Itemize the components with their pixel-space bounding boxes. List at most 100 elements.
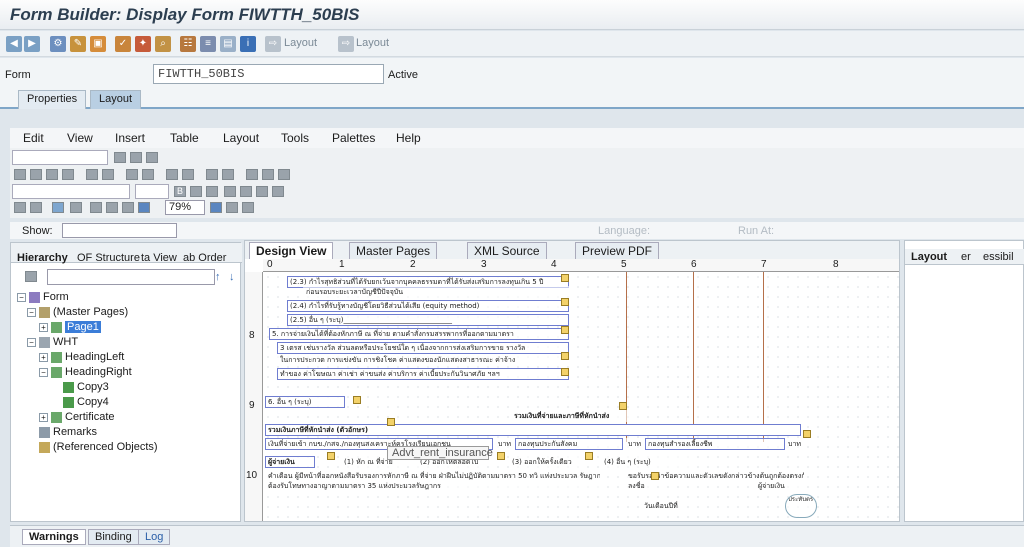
anchor-marker[interactable]: [497, 452, 505, 460]
font-family-combo[interactable]: [12, 150, 108, 165]
where-used-icon[interactable]: ⌕: [155, 36, 171, 52]
tab-layout-props[interactable]: Layout: [911, 251, 947, 263]
text-right-icon[interactable]: [256, 186, 268, 197]
bold-icon[interactable]: B: [174, 186, 186, 197]
form-line[interactable]: (2.4) กำไรที่รับรู้ทางบัญชีโดยวิธีส่วนได…: [287, 300, 569, 312]
expand-icon[interactable]: +: [39, 322, 48, 332]
form-line[interactable]: (2.5) อื่น ๆ (ระบุ)_____________________…: [287, 314, 569, 326]
anchor-marker[interactable]: [561, 368, 569, 376]
menu-insert[interactable]: Insert: [115, 131, 145, 145]
form-line[interactable]: 5. การจ่ายเงินได้ที่ต้องหักภาษี ณ ที่จ่า…: [269, 328, 569, 340]
anchor-marker[interactable]: [803, 430, 811, 438]
tab-data-view[interactable]: ta View: [141, 252, 177, 264]
menu-edit[interactable]: Edit: [23, 131, 44, 145]
page-icon[interactable]: [90, 202, 102, 213]
form-line[interactable]: บาท: [495, 438, 515, 450]
menu-view[interactable]: View: [67, 131, 93, 145]
payer-label[interactable]: ผู้จ่ายเงิน: [755, 480, 801, 492]
align-bottom-icon[interactable]: [102, 169, 114, 180]
fit-page-icon[interactable]: [122, 202, 134, 213]
anchor-marker[interactable]: [561, 298, 569, 306]
anchor-marker[interactable]: [651, 472, 659, 480]
anchor-marker[interactable]: [327, 452, 335, 460]
form-line[interactable]: 6. อื่น ๆ (ระบุ): [265, 396, 345, 408]
form-name-field[interactable]: FIWTTH_50BIS: [153, 64, 384, 84]
activate-icon[interactable]: ▣: [90, 36, 106, 52]
distribute-h-icon[interactable]: [126, 169, 138, 180]
zoom-area-icon[interactable]: [226, 202, 238, 213]
tree-node-wht[interactable]: − WHT: [27, 336, 78, 351]
underline-icon[interactable]: [206, 186, 218, 197]
expand-icon[interactable]: +: [39, 352, 48, 362]
layout-button-1[interactable]: Layout: [284, 37, 317, 49]
align-top-icon[interactable]: [62, 169, 74, 180]
collapse-icon[interactable]: −: [39, 367, 48, 377]
collapse-icon[interactable]: −: [27, 307, 36, 317]
tree-node-copy4[interactable]: Copy4: [63, 396, 109, 411]
tree-node-certificate[interactable]: + Certificate: [39, 411, 115, 426]
align-middle-icon[interactable]: [86, 169, 98, 180]
actual-size-icon[interactable]: [242, 202, 254, 213]
tab-layout[interactable]: Layout: [90, 90, 142, 109]
zoom-in-icon[interactable]: [210, 202, 222, 213]
form-line[interactable]: 3 เตรส เช่นรางวัล ส่วนลดหรือประโยชน์ใด ๆ…: [277, 342, 569, 354]
anchor-marker[interactable]: [561, 352, 569, 360]
info-icon[interactable]: i: [240, 36, 256, 52]
tree-node-form[interactable]: − Form: [17, 291, 69, 306]
design-canvas[interactable]: (2.3) กำไรสุทธิส่วนที่ได้รับยกเว้นจากบุค…: [263, 272, 899, 521]
menu-table[interactable]: Table: [170, 131, 199, 145]
align-center-icon[interactable]: [30, 169, 42, 180]
tab-binding[interactable]: Binding: [88, 529, 139, 545]
snap-icon[interactable]: [70, 202, 82, 213]
hierarchy-search-input[interactable]: [47, 269, 215, 285]
warning-text[interactable]: ต้องรับโทษทางอาญาตามมาตรา 35 แห่งประมวลร…: [265, 480, 601, 492]
tab-of-structure[interactable]: OF Structure: [77, 252, 140, 264]
tree-node-copy3[interactable]: Copy3: [63, 381, 109, 396]
order-front-icon[interactable]: [246, 169, 258, 180]
collapse-icon[interactable]: −: [27, 337, 36, 347]
align-left-icon[interactable]: [14, 169, 26, 180]
same-width-icon[interactable]: [166, 169, 178, 180]
tab-hierarchy[interactable]: Hierarchy: [17, 252, 68, 264]
tree-node-remarks[interactable]: Remarks: [39, 426, 97, 441]
sign-label[interactable]: ลงชื่อ: [625, 480, 655, 492]
tab-xml-source[interactable]: XML Source: [467, 242, 547, 259]
redo-icon[interactable]: [30, 202, 42, 213]
menu-layout[interactable]: Layout: [223, 131, 259, 145]
font-style-combo[interactable]: [135, 184, 169, 199]
order-back-icon[interactable]: [262, 169, 274, 180]
copy-icon[interactable]: [130, 152, 142, 163]
other-object-icon[interactable]: ⚙: [50, 36, 66, 52]
anchor-marker[interactable]: [585, 452, 593, 460]
tree-node-heading-right[interactable]: − HeadingRight: [39, 366, 132, 381]
font-size-combo[interactable]: [12, 184, 130, 199]
anchor-marker[interactable]: [353, 396, 361, 404]
move-up-icon[interactable]: ↑: [215, 271, 221, 283]
tab-properties[interactable]: Properties: [18, 90, 87, 109]
back-arrow-icon[interactable]: ◀: [6, 36, 22, 52]
show-select[interactable]: [62, 223, 177, 238]
check-icon[interactable]: ✓: [115, 36, 131, 52]
form-line[interactable]: กองทุนสำรองเลี้ยงชีพ: [645, 438, 785, 450]
display-change-icon[interactable]: ✎: [70, 36, 86, 52]
tree-node-page1[interactable]: + Page1: [39, 321, 101, 336]
group-icon[interactable]: [206, 169, 218, 180]
form-line[interactable]: ทำของ ค่าโฆษณา ค่าเช่า ค่าขนส่ง ค่าบริกา…: [277, 368, 569, 380]
tree-node-master-pages[interactable]: − (Master Pages): [27, 306, 128, 321]
form-line[interactable]: ในการประกวด การแข่งขัน การชิงโชค ค่าแสดง…: [277, 354, 569, 366]
align-icon[interactable]: ≡: [200, 36, 216, 52]
tab-preview-pdf[interactable]: Preview PDF: [575, 242, 660, 259]
tree-node-heading-left[interactable]: + HeadingLeft: [39, 351, 124, 366]
menu-tools[interactable]: Tools: [281, 131, 309, 145]
tree-node-referenced-objects[interactable]: (Referenced Objects): [39, 441, 158, 456]
tab-border[interactable]: er: [961, 251, 971, 263]
option-label[interactable]: (4) อื่น ๆ (ระบุ): [601, 456, 691, 468]
form-line[interactable]: ผู้จ่ายเงิน: [265, 456, 315, 468]
date-label[interactable]: วันเดือนปีที่: [641, 500, 681, 512]
form-line[interactable]: บาท: [785, 438, 805, 450]
menu-palettes[interactable]: Palettes: [332, 131, 375, 145]
hierarchy-icon[interactable]: ☷: [180, 36, 196, 52]
text-center-icon[interactable]: [240, 186, 252, 197]
tab-design-view[interactable]: Design View: [249, 242, 334, 259]
company-seal[interactable]: ประทับตรา นิติบุคคล (ถ้ามี): [785, 494, 817, 518]
